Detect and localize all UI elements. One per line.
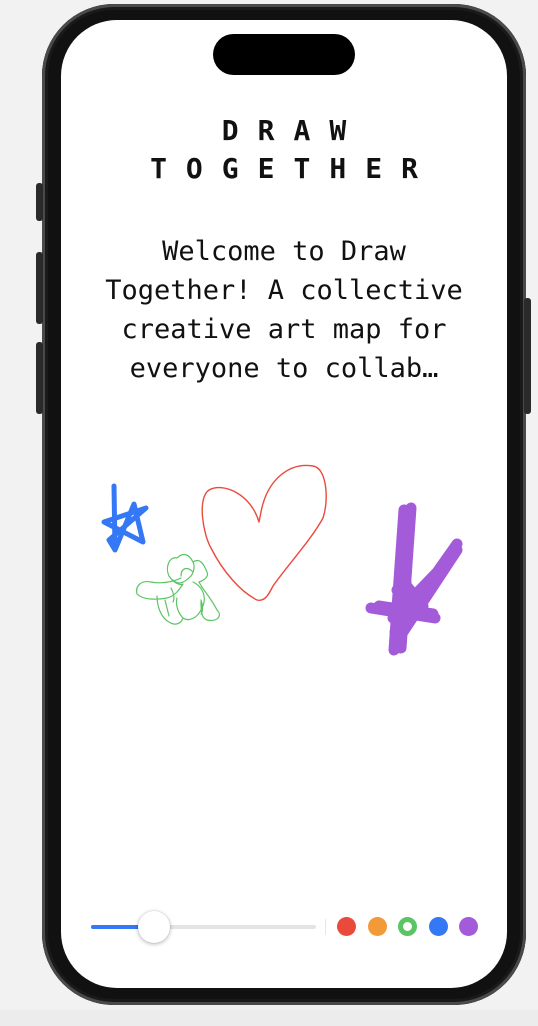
slider-thumb[interactable] [138, 911, 170, 943]
color-swatch-orange[interactable] [367, 917, 387, 936]
toolbar-divider [325, 919, 326, 935]
color-swatch-green[interactable] [398, 917, 417, 936]
screen: DRAW TOGETHER Welcome to Draw Together! … [61, 20, 507, 988]
color-swatch-blue[interactable] [428, 917, 448, 936]
brush-size-slider[interactable] [91, 911, 316, 943]
drawing-red-heart [201, 464, 327, 601]
color-swatch-purple[interactable] [459, 917, 478, 936]
volume-up-button [36, 252, 43, 324]
background-strip [0, 1010, 538, 1026]
drawing-green-flower [136, 553, 220, 625]
action-button [36, 183, 43, 221]
drawing-canvas[interactable] [61, 20, 507, 988]
drawing-blue-star [101, 483, 149, 553]
drawing-toolbar [61, 906, 507, 946]
drawing-purple-star [365, 502, 463, 656]
color-swatch-red[interactable] [337, 917, 356, 936]
power-button [524, 298, 531, 414]
volume-down-button [36, 342, 43, 414]
